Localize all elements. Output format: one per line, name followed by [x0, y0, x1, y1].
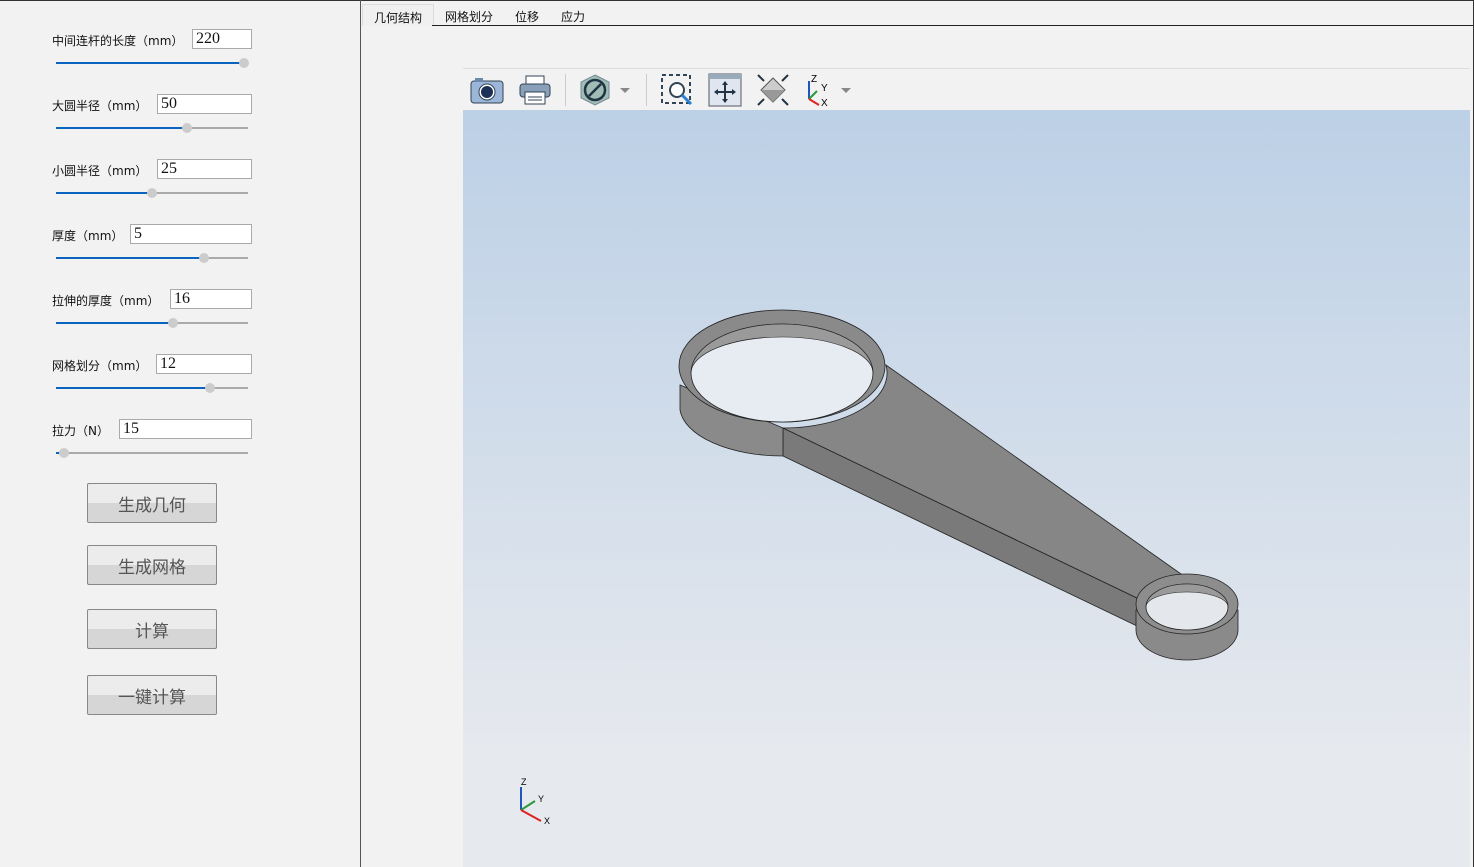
print-button[interactable] [517, 72, 553, 108]
zoom-window-icon [661, 73, 693, 105]
param-slider[interactable] [56, 122, 248, 134]
param-label: 大圆半径（mm） [52, 99, 148, 113]
fit-all-button[interactable] [755, 72, 791, 108]
slider-thumb[interactable] [181, 123, 192, 133]
axis-z-label: Z [521, 777, 527, 787]
svg-text:Z: Z [811, 74, 817, 85]
param-slider[interactable] [56, 447, 248, 459]
slider-thumb[interactable] [239, 58, 250, 68]
tab[interactable]: 网格划分 [434, 4, 504, 26]
param-label: 小圆半径（mm） [52, 164, 148, 178]
param-label: 拉伸的厚度（mm） [52, 294, 160, 308]
axes-view-icon: ZYX [808, 74, 851, 107]
axes-view-button[interactable]: ZYX [803, 72, 859, 108]
action-button[interactable]: 计算 [87, 609, 217, 649]
3d-viewer: ZYX Z Y X [463, 68, 1470, 867]
slider-track [56, 452, 248, 454]
param-label: 网格划分（mm） [52, 359, 148, 373]
slider-fill [56, 322, 174, 324]
tab[interactable]: 几何结构 [362, 4, 435, 26]
viewer-toolbar: ZYX [463, 68, 1470, 110]
param-input[interactable] [119, 419, 252, 439]
slider-thumb[interactable] [198, 253, 209, 263]
parameter-panel: 中间连杆的长度（mm） 大圆半径（mm） 小圆半径（mm） 厚度（mm） 拉伸的… [0, 0, 361, 867]
tab-bar: 几何结构 网格划分 位移 应力 [362, 4, 596, 26]
connecting-rod-model [678, 309, 1239, 661]
param-slider[interactable] [56, 382, 248, 394]
zoom-window-button[interactable] [659, 72, 695, 108]
slider-thumb[interactable] [147, 188, 157, 198]
param-input[interactable] [192, 29, 252, 49]
render-canvas[interactable]: Z Y X [463, 110, 1470, 867]
toolbar-separator [646, 73, 647, 106]
tab-divider [432, 25, 1473, 26]
slider-fill [56, 62, 245, 64]
svg-text:Y: Y [821, 83, 828, 94]
action-button[interactable]: 一键计算 [87, 675, 217, 715]
action-button[interactable]: 生成网格 [87, 545, 217, 585]
pan-icon [708, 73, 742, 106]
param-slider[interactable] [56, 187, 248, 199]
fit-all-icon [757, 73, 789, 106]
param-input[interactable] [156, 354, 252, 374]
svg-text:X: X [821, 98, 828, 107]
slider-fill [56, 387, 210, 389]
param-label: 拉力（N） [52, 424, 109, 438]
param-slider[interactable] [56, 252, 248, 264]
screenshot-button[interactable] [469, 72, 505, 108]
camera-icon [470, 77, 504, 103]
param-input[interactable] [157, 159, 252, 179]
axis-triad: Z Y X [520, 777, 550, 826]
display-mode-icon [580, 73, 630, 106]
param-input[interactable] [130, 224, 252, 244]
param-input[interactable] [170, 289, 252, 309]
axis-y-label: Y [538, 794, 544, 804]
axis-x-label: X [544, 816, 550, 826]
slider-fill [56, 192, 152, 194]
slider-fill [56, 127, 187, 129]
printer-icon [519, 75, 551, 104]
slider-thumb[interactable] [204, 383, 215, 393]
action-button[interactable]: 生成几何 [87, 483, 217, 523]
tab[interactable]: 应力 [550, 4, 596, 26]
param-label: 中间连杆的长度（mm） [52, 34, 184, 48]
param-label: 厚度（mm） [52, 229, 124, 243]
slider-thumb[interactable] [58, 448, 69, 458]
param-input[interactable] [157, 94, 252, 114]
param-slider[interactable] [56, 317, 248, 329]
slider-thumb[interactable] [168, 318, 179, 328]
tab[interactable]: 位移 [504, 4, 550, 26]
pan-button[interactable] [707, 72, 743, 108]
display-mode-button[interactable] [578, 72, 634, 108]
slider-fill [56, 257, 204, 259]
toolbar-separator [565, 73, 566, 106]
param-slider[interactable] [56, 57, 250, 69]
